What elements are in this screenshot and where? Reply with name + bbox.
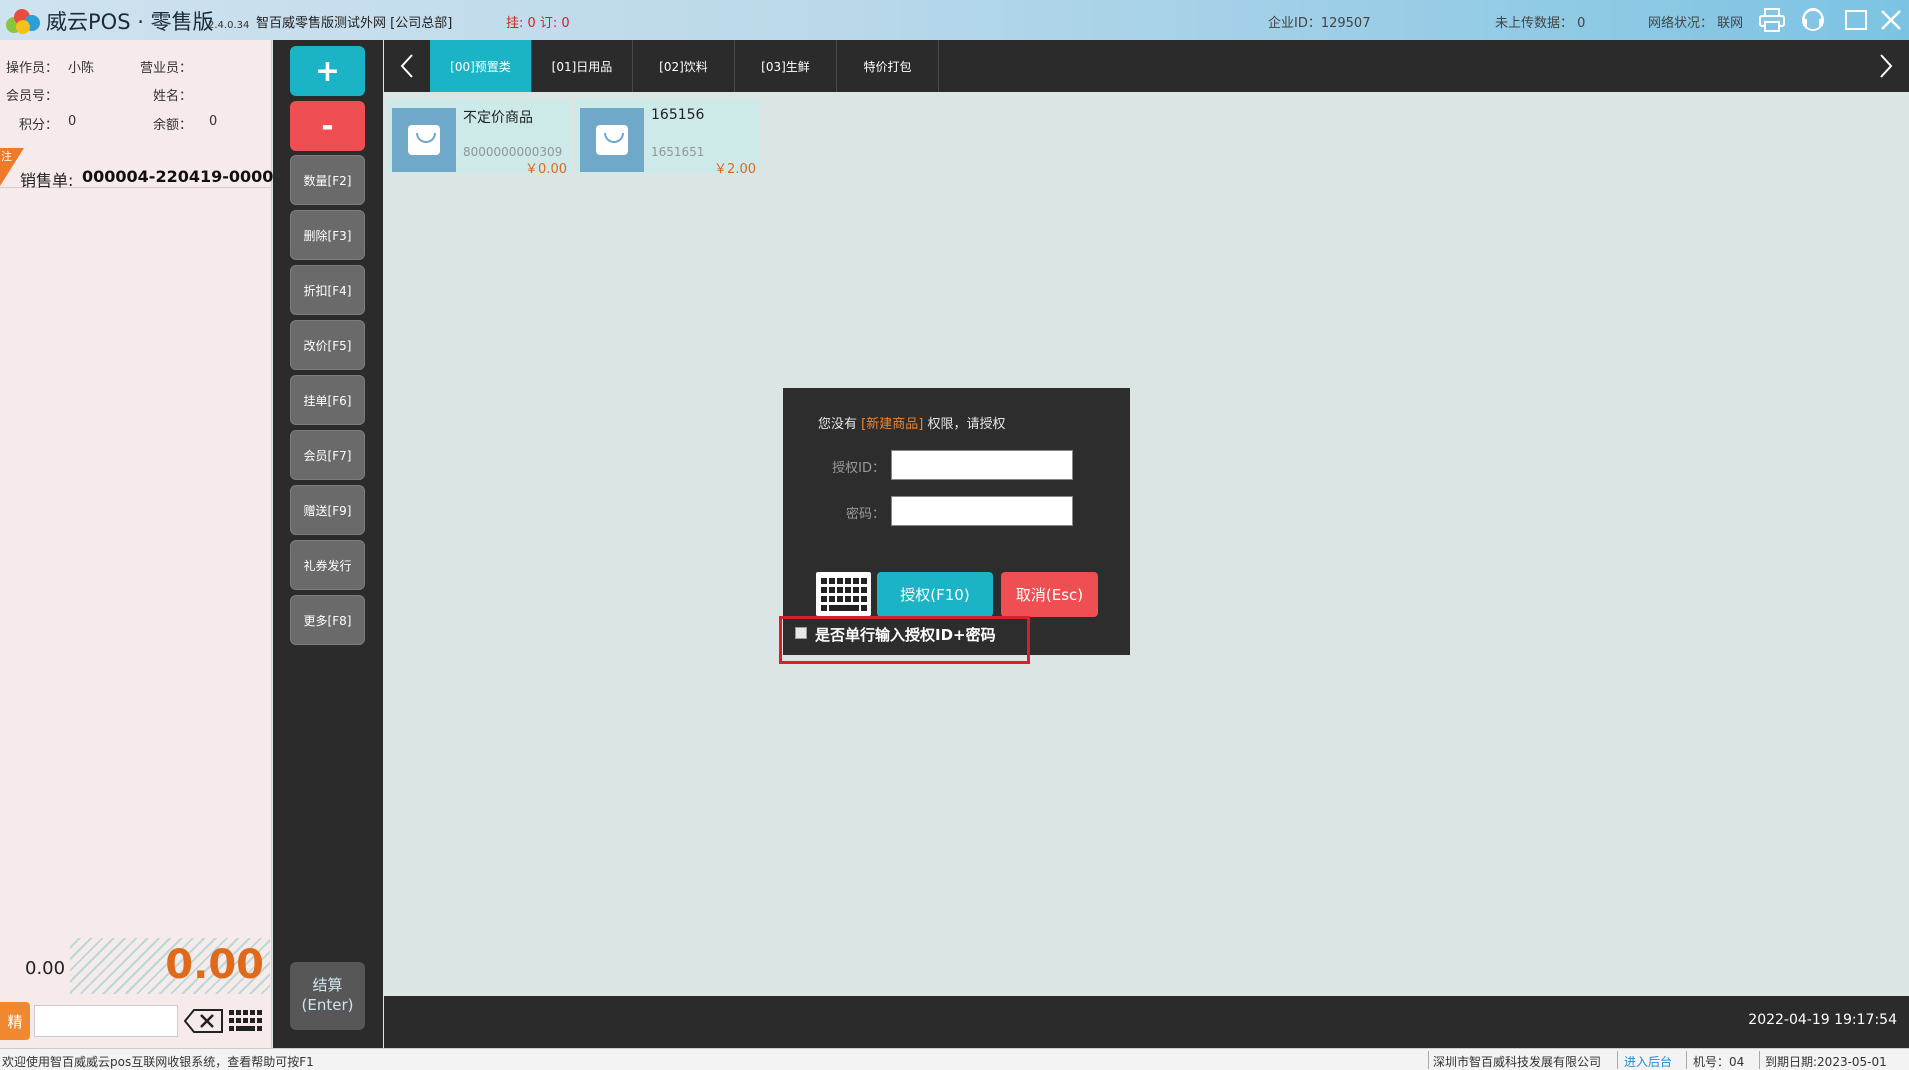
auth-id-label: 授权ID： [832, 461, 885, 476]
auth-message-suffix: 权限，请授权 [927, 417, 1006, 432]
product-price: ￥2.00 [714, 162, 756, 177]
auth-id-input[interactable] [891, 450, 1073, 480]
subtotal-amount: 0.00 [25, 958, 66, 979]
store-name: 智百威零售版测试外网 [公司总部] [256, 16, 453, 31]
printer-icon[interactable] [1757, 6, 1787, 34]
gift-button[interactable]: 赠送[F9] [290, 485, 365, 535]
password-label: 密码： [845, 507, 885, 522]
machine-number: 机号：04 [1693, 1055, 1745, 1069]
shopping-bag-icon [392, 108, 456, 172]
discount-button[interactable]: 折扣[F4] [290, 265, 365, 315]
shopping-bag-icon [580, 108, 644, 172]
network-status: 网络状况： 联网 [1648, 16, 1744, 31]
operator-value: 小陈 [68, 61, 95, 76]
auth-message-prefix: 您没有 [818, 417, 858, 432]
settle-shortcut: (Enter) [301, 996, 354, 1014]
tabs-next-icon[interactable] [1863, 40, 1909, 92]
app-title: 威云POS · 零售版 [46, 10, 214, 34]
backspace-icon[interactable] [183, 1008, 224, 1034]
tab-fresh[interactable]: [03]生鲜 [735, 40, 837, 92]
app-logo-icon [4, 7, 42, 35]
more-button[interactable]: 更多[F8] [290, 595, 365, 645]
product-name: 165156 [651, 107, 705, 123]
single-line-checkbox[interactable] [795, 627, 807, 639]
support-icon[interactable] [1798, 6, 1828, 34]
tab-beverages[interactable]: [02]饮料 [633, 40, 735, 92]
tab-special-bundle[interactable]: 特价打包 [837, 40, 939, 92]
barcode-input[interactable] [34, 1005, 178, 1037]
precise-search-button[interactable]: 精 [0, 1002, 30, 1040]
reduce-qty-button[interactable]: - [290, 101, 365, 151]
product-grid: 不定价商品 8000000000309 ￥0.00 165156 1651651… [384, 92, 1909, 996]
hang-order-count[interactable]: 挂: 0 订: 0 [506, 12, 570, 31]
function-column: + - 数量[F2] 删除[F3] 折扣[F4] 改价[F5] 挂单[F6] 会… [273, 40, 383, 1048]
app-version: 2.4.0.34 [208, 20, 250, 31]
total-amount: 0.00 [165, 942, 264, 988]
single-line-label[interactable]: 是否单行输入授权ID+密码 [815, 624, 996, 645]
settle-label: 结算 [312, 976, 343, 994]
product-code: 1651651 [651, 145, 705, 159]
product-name: 不定价商品 [463, 110, 533, 126]
order-label: 销售单: [20, 171, 74, 190]
status-divider [1686, 1051, 1687, 1069]
title-bar: 威云POS · 零售版 2.4.0.34 智百威零售版测试外网 [公司总部] 挂… [0, 0, 1909, 40]
product-code: 8000000000309 [463, 145, 563, 159]
operator-label: 操作员： [6, 61, 59, 76]
product-card[interactable]: 不定价商品 8000000000309 ￥0.00 [387, 99, 571, 177]
status-bar: 欢迎使用智百威威云pos互联网收银系统，查看帮助可按F1 深圳市智百威科技发展有… [0, 1048, 1909, 1070]
keyboard-icon[interactable] [816, 572, 871, 616]
maximize-icon[interactable] [1841, 6, 1871, 34]
product-card[interactable]: 165156 1651651 ￥2.00 [575, 99, 760, 177]
datetime: 2022-04-19 19:17:54 [1748, 1012, 1897, 1028]
product-price: ￥0.00 [525, 162, 567, 177]
change-price-button[interactable]: 改价[F5] [290, 320, 365, 370]
authorize-button[interactable]: 授权(F10) [877, 572, 993, 617]
welcome-text: 欢迎使用智百威威云pos互联网收银系统，查看帮助可按F1 [2, 1055, 314, 1069]
bottom-bar: 2022-04-19 19:17:54 [384, 996, 1909, 1048]
hang-order-button[interactable]: 挂单[F6] [290, 375, 365, 425]
permission-name: [新建商品] [861, 417, 924, 432]
password-input[interactable] [891, 496, 1073, 526]
status-divider [1428, 1051, 1429, 1069]
close-icon[interactable] [1876, 6, 1906, 34]
keyboard-icon[interactable] [228, 1008, 266, 1034]
cancel-button[interactable]: 取消(Esc) [1001, 572, 1098, 617]
coupon-issue-button[interactable]: 礼券发行 [290, 540, 365, 590]
delete-button[interactable]: 删除[F3] [290, 210, 365, 260]
unuploaded-data: 未上传数据： 0 [1495, 16, 1586, 31]
note-tag-label: 注 [1, 150, 12, 163]
company-name: 深圳市智百威科技发展有限公司 [1433, 1055, 1602, 1069]
status-divider [1617, 1051, 1618, 1069]
points-value: 0 [68, 114, 77, 129]
auth-dialog: 您没有 [新建商品] 权限，请授权 授权ID： 密码： 授权(F10) 取消(E… [783, 388, 1130, 655]
auth-message: 您没有 [新建商品] 权限，请授权 [818, 413, 1005, 432]
add-qty-button[interactable]: + [290, 46, 365, 96]
salesperson-label: 营业员： [140, 61, 193, 76]
tabs-prev-icon[interactable] [384, 40, 430, 92]
tab-preset[interactable]: [00]预置类 [430, 40, 532, 92]
total-panel: 0.00 [70, 938, 270, 994]
points-label: 积分： [19, 118, 59, 133]
status-divider [1759, 1051, 1760, 1069]
enterprise-id: 企业ID：129507 [1268, 16, 1371, 31]
name-label: 姓名： [153, 89, 193, 104]
balance-value: 0 [209, 114, 218, 129]
balance-label: 余额： [153, 118, 193, 133]
expiry-date: 到期日期:2023-05-01 [1765, 1055, 1887, 1069]
backend-link[interactable]: 进入后台 [1624, 1053, 1672, 1070]
order-number: 000004-220419-00002 [82, 167, 285, 186]
quantity-button[interactable]: 数量[F2] [290, 155, 365, 205]
settle-button[interactable]: 结算 (Enter) [290, 962, 365, 1030]
tab-daily-goods[interactable]: [01]日用品 [532, 40, 633, 92]
member-button[interactable]: 会员[F7] [290, 430, 365, 480]
category-tabs: [00]预置类 [01]日用品 [02]饮料 [03]生鲜 特价打包 [384, 40, 1909, 92]
order-panel [0, 40, 272, 1048]
member-no-label: 会员号： [6, 89, 59, 104]
